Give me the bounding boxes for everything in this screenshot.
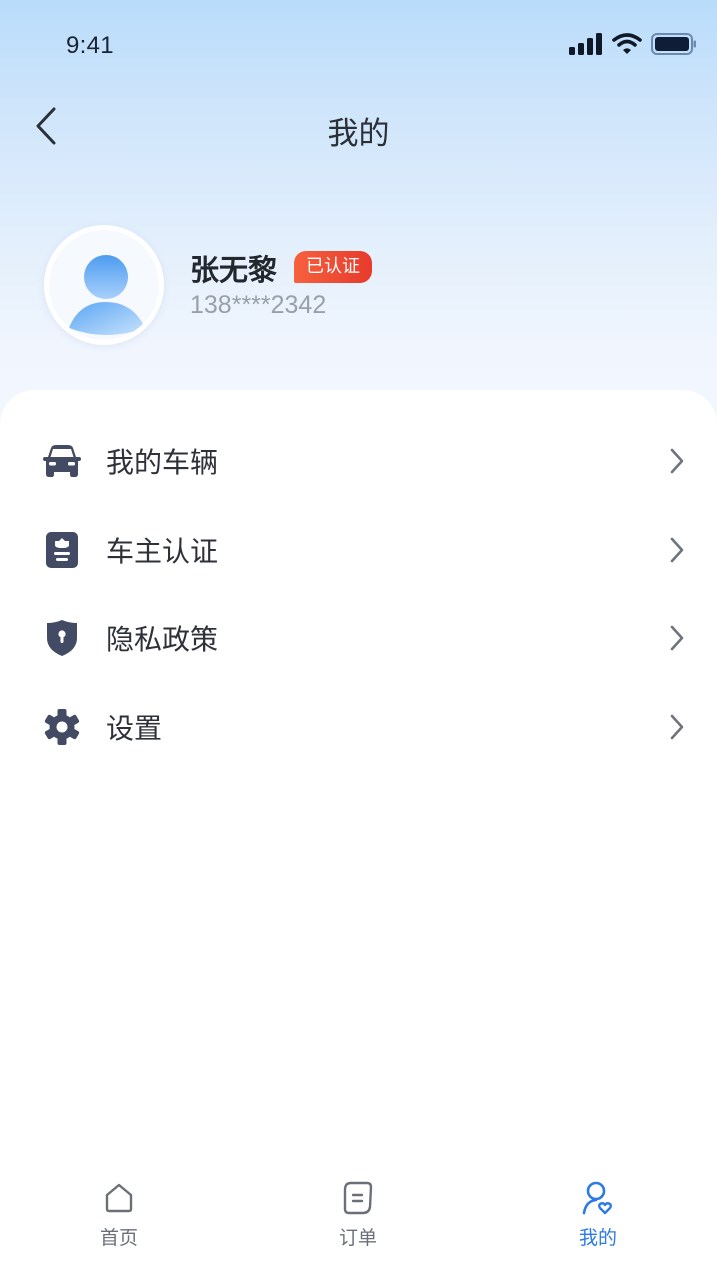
tab-label: 我的 [578, 1227, 617, 1249]
tab-bar: 首页 订单 我的 [0, 1170, 717, 1280]
tab-home[interactable]: 首页 [59, 1180, 179, 1250]
page-title: 我的 [327, 116, 390, 152]
battery-icon [651, 33, 697, 59]
menu-item-privacy-policy[interactable]: 隐私政策 [0, 594, 717, 683]
gear-icon [42, 707, 82, 747]
tab-mine[interactable]: 我的 [538, 1180, 658, 1250]
menu-item-my-vehicles[interactable]: 我的车辆 [0, 417, 717, 506]
menu-item-label: 车主认证 [106, 534, 219, 568]
id-card-icon [42, 530, 82, 570]
menu-item-settings[interactable]: 设置 [0, 683, 717, 772]
avatar[interactable] [44, 225, 164, 345]
nav-bar: 我的 [0, 98, 717, 158]
menu-item-label: 隐私政策 [106, 623, 219, 657]
verified-badge: 已认证 [294, 251, 372, 283]
menu-item-owner-verification[interactable]: 车主认证 [0, 506, 717, 595]
status-time: 9:41 [66, 32, 114, 59]
menu-item-label: 我的车辆 [106, 446, 219, 480]
user-phone: 138****2342 [190, 291, 327, 319]
order-icon [340, 1180, 376, 1216]
wifi-icon [612, 33, 642, 59]
tab-label: 首页 [99, 1227, 138, 1249]
chevron-right-icon [667, 712, 687, 742]
profile-section: 张无黎 已认证 138****2342 [44, 225, 684, 345]
shield-lock-icon [42, 618, 82, 658]
home-icon [101, 1180, 137, 1216]
signal-icon [569, 33, 603, 59]
user-avatar-icon [49, 255, 159, 340]
menu-card: 我的车辆 车主认证 隐私政策 设置 [0, 390, 717, 1280]
tab-orders[interactable]: 订单 [298, 1180, 418, 1250]
tab-label: 订单 [338, 1227, 377, 1249]
status-icons [569, 33, 697, 59]
menu-list: 我的车辆 车主认证 隐私政策 设置 [0, 417, 717, 771]
chevron-right-icon [667, 535, 687, 565]
user-heart-icon [580, 1180, 616, 1216]
car-icon [42, 441, 82, 481]
chevron-right-icon [667, 623, 687, 653]
user-name: 张无黎 [190, 253, 278, 287]
menu-item-label: 设置 [106, 711, 163, 745]
status-bar: 9:41 [0, 0, 717, 90]
chevron-right-icon [667, 446, 687, 476]
